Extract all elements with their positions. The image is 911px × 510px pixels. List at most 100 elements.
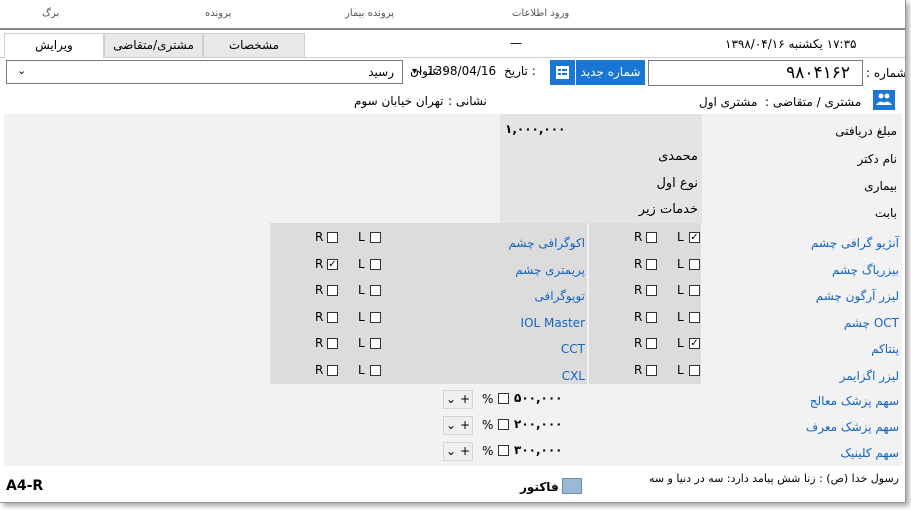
service-right-1-r-label: R xyxy=(634,257,643,271)
service-right-3-l-checkbox[interactable] xyxy=(689,312,700,323)
service-left-4-r-checkbox[interactable] xyxy=(327,338,338,349)
tab-customer[interactable]: مشتری/متقاضی xyxy=(104,33,203,57)
print-icon[interactable] xyxy=(562,478,582,494)
service-left-0-r-checkbox[interactable] xyxy=(327,232,338,243)
date-value[interactable]: 1398/04/16 xyxy=(427,64,496,78)
plus-icon[interactable]: + xyxy=(458,391,472,408)
service-left-name[interactable]: CXL xyxy=(562,369,585,383)
service-right-4-r-checkbox[interactable] xyxy=(646,338,657,349)
top-menu-strip: برگ پرونده پرونده بیمار ورود اطلاعات xyxy=(0,0,905,30)
service-right-2-r-checkbox[interactable] xyxy=(646,285,657,296)
service-left-4-r-label: R xyxy=(315,336,324,350)
service-left-3-r-label: R xyxy=(315,310,324,324)
chevron-down-icon[interactable]: ⌄ xyxy=(444,391,458,408)
service-right-5-l-checkbox[interactable] xyxy=(689,365,700,376)
service-right-name[interactable]: لیزر اگزایمر xyxy=(840,369,899,383)
service-right-5-r-checkbox[interactable] xyxy=(646,365,657,376)
calendar-grid-button[interactable] xyxy=(550,60,575,85)
top-tab-parvandeh[interactable]: پرونده xyxy=(205,8,231,19)
tab-bar: ویرایش مشتری/متقاضی مشخصات — ۱۷:۳۵ یکشنب… xyxy=(0,33,905,58)
chevron-down-icon[interactable]: ⌄ xyxy=(444,417,458,434)
service-left-0-l-checkbox[interactable] xyxy=(370,232,381,243)
service-left-2-r-checkbox[interactable] xyxy=(327,285,338,296)
service-left-5-l-checkbox[interactable] xyxy=(370,365,381,376)
service-right-name[interactable]: آنژیو گرافی چشم xyxy=(811,236,899,250)
top-tab-patient-file[interactable]: پرونده بیمار xyxy=(345,8,394,19)
service-left-2-r-label: R xyxy=(315,283,324,297)
service-right-0-r-checkbox[interactable] xyxy=(646,232,657,243)
service-right-2-l-checkbox[interactable] xyxy=(689,285,700,296)
service-right-name[interactable]: OCT چشم xyxy=(844,316,899,330)
service-left-name[interactable]: پریمتری چشم xyxy=(515,263,585,277)
service-left-name[interactable]: اکوگرافی چشم xyxy=(508,236,585,250)
customer-select-button[interactable] xyxy=(873,90,895,110)
share-percent-checkbox[interactable] xyxy=(498,393,509,404)
service-right-4-l-label: L xyxy=(677,336,684,350)
service-right-1-r-checkbox[interactable] xyxy=(646,259,657,270)
service-left-5-l-label: L xyxy=(358,363,365,377)
service-right-1-l-checkbox[interactable] xyxy=(689,259,700,270)
service-left-3-l-checkbox[interactable] xyxy=(370,312,381,323)
calendar-grid-icon xyxy=(556,66,569,79)
service-right-2-r-label: R xyxy=(634,283,643,297)
service-right-4-l-checkbox[interactable]: ✓ xyxy=(689,338,700,349)
new-number-button[interactable]: شماره جدید xyxy=(576,60,645,85)
footer-bar: A4-R فاکتور رسول خدا (ص) : زنا شش پیامد … xyxy=(0,468,905,502)
footer-middle-text: فاکتور xyxy=(520,480,559,494)
share-stepper[interactable]: ⌄ + xyxy=(443,416,473,435)
title-value: رسید xyxy=(368,65,394,79)
service-left-4-l-checkbox[interactable] xyxy=(370,338,381,349)
service-left-4-l-label: L xyxy=(358,336,365,350)
share-amount[interactable]: ۳۰۰,۰۰۰ xyxy=(514,443,563,457)
service-left-name[interactable]: IOL Master xyxy=(521,316,585,330)
service-left-5-r-checkbox[interactable] xyxy=(327,365,338,376)
services-right-checks-panel xyxy=(589,223,701,384)
service-left-1-l-checkbox[interactable] xyxy=(370,259,381,270)
tab-specs[interactable]: مشخصات xyxy=(203,33,305,57)
share-amount[interactable]: ۲۰۰,۰۰۰ xyxy=(514,417,563,431)
service-right-0-l-checkbox[interactable]: ✓ xyxy=(689,232,700,243)
service-right-2-l-label: L xyxy=(677,283,684,297)
share-label: سهم پزشک معالج xyxy=(809,394,899,408)
share-amount[interactable]: ۵۰۰,۰۰۰ xyxy=(514,391,563,405)
header-datetime: ۱۷:۳۵ یکشنبه ۱۳۹۸/۰۴/۱۶ xyxy=(725,37,857,51)
service-right-name[interactable]: لیزر آرگون چشم xyxy=(816,289,899,303)
service-left-1-r-label: R xyxy=(315,257,324,271)
service-right-3-r-label: R xyxy=(634,310,643,324)
service-right-1-l-label: L xyxy=(677,257,684,271)
share-stepper[interactable]: ⌄ + xyxy=(443,442,473,461)
service-right-name[interactable]: بیزریاگ چشم xyxy=(832,263,899,277)
service-right-name[interactable]: پنتاکم xyxy=(871,342,899,356)
illness-label: بیماری xyxy=(864,179,897,193)
share-percent-checkbox[interactable] xyxy=(498,419,509,430)
top-tab-barg[interactable]: برگ xyxy=(42,8,59,19)
for-value: خدمات زیر xyxy=(638,202,698,217)
share-percent-unit: % xyxy=(482,418,494,432)
number-input[interactable]: ۹۸۰۴۱۶۲ xyxy=(648,60,863,86)
share-stepper[interactable]: ⌄ + xyxy=(443,390,473,409)
chevron-down-icon: ⌄ xyxy=(17,64,27,77)
service-left-3-l-label: L xyxy=(358,310,365,324)
amount-value: ۱,۰۰۰,۰۰۰ xyxy=(505,122,566,136)
plus-icon[interactable]: + xyxy=(458,417,472,434)
service-right-3-r-checkbox[interactable] xyxy=(646,312,657,323)
chevron-down-icon[interactable]: ⌄ xyxy=(444,443,458,460)
date-label: تاریخ : xyxy=(504,64,536,78)
service-left-3-r-checkbox[interactable] xyxy=(327,312,338,323)
footer-left-text: A4-R xyxy=(6,478,44,494)
service-left-0-l-label: L xyxy=(358,230,365,244)
address-label: نشانی : xyxy=(448,94,487,108)
doctor-label: نام دکتر xyxy=(857,152,897,166)
chevron-down-icon[interactable]: ▾ xyxy=(412,66,417,77)
title-combobox[interactable]: ⌄ رسید xyxy=(6,60,403,84)
service-left-name[interactable]: CCT xyxy=(561,342,585,356)
tab-edit[interactable]: ویرایش xyxy=(4,33,104,58)
footer-quote: رسول خدا (ص) : زنا شش پیامد دارد: سه در … xyxy=(649,472,899,485)
service-left-1-r-checkbox[interactable]: ✓ xyxy=(327,259,338,270)
plus-icon[interactable]: + xyxy=(458,443,472,460)
service-right-5-l-label: L xyxy=(677,363,684,377)
top-tab-data-entry[interactable]: ورود اطلاعات xyxy=(512,8,569,19)
share-percent-checkbox[interactable] xyxy=(498,445,509,456)
service-left-2-l-checkbox[interactable] xyxy=(370,285,381,296)
service-left-name[interactable]: توپوگرافی xyxy=(535,289,585,303)
